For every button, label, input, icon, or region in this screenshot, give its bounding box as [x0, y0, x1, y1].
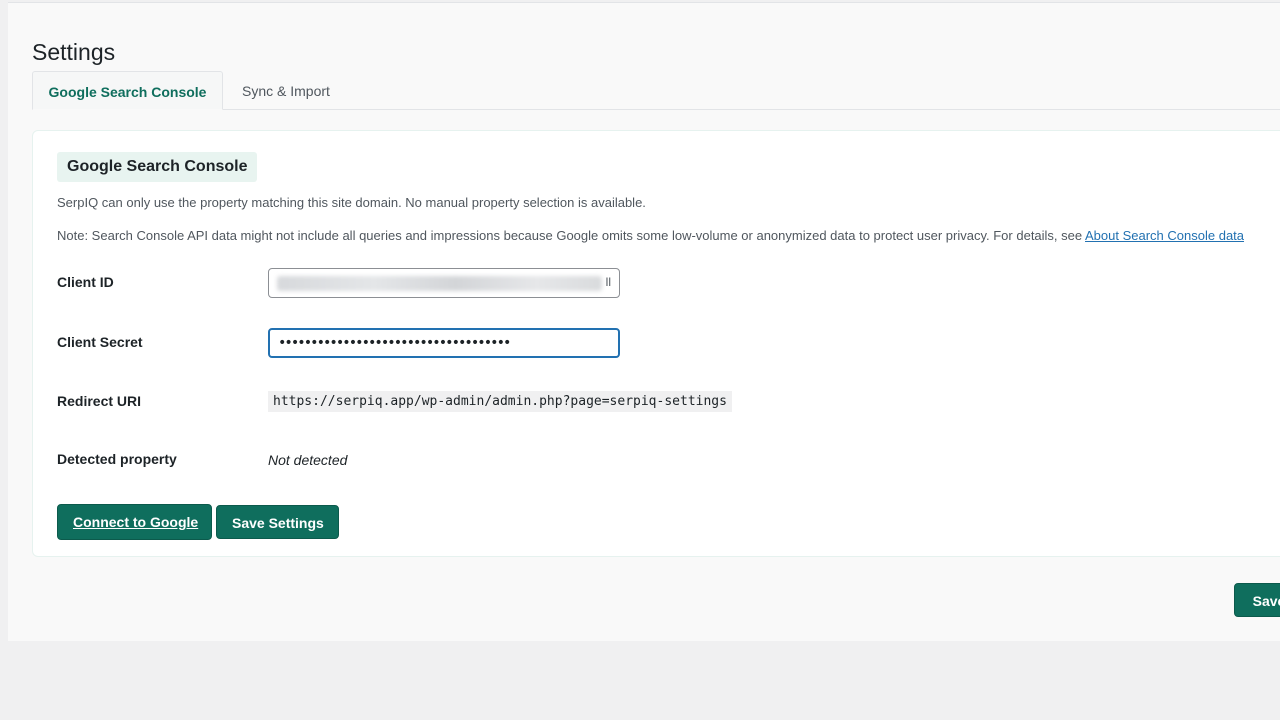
client-id-label: Client ID [57, 274, 114, 290]
tab-sync-import[interactable]: Sync & Import [226, 71, 346, 109]
section-note: Note: Search Console API data might not … [57, 228, 1244, 243]
section-heading: Google Search Console [57, 152, 258, 182]
settings-card: Google Search Console SerpIQ can only us… [32, 130, 1280, 557]
client-id-blurred-value [277, 276, 602, 291]
client-id-visible-tail: ll [605, 275, 611, 289]
settings-wrap: Settings Google Search Console Sync & Im… [8, 2, 1280, 641]
settings-tabs: Google Search Console Sync & Import [32, 71, 1280, 110]
page-title: Settings [32, 39, 116, 65]
redirect-uri-value: https://serpiq.app/wp-admin/admin.php?pa… [268, 391, 732, 412]
save-settings-button[interactable]: Save Settings [216, 505, 339, 539]
redirect-uri-label: Redirect URI [57, 393, 142, 409]
tab-google-search-console[interactable]: Google Search Console [32, 71, 223, 110]
detected-property-label: Detected property [57, 451, 177, 467]
client-secret-field[interactable] [268, 328, 620, 358]
section-description: SerpIQ can only use the property matchin… [57, 195, 646, 210]
about-search-console-link[interactable]: About Search Console data [1085, 228, 1244, 243]
client-id-field[interactable]: ll [268, 268, 620, 298]
client-secret-label: Client Secret [57, 334, 143, 350]
note-text: Note: Search Console API data might not … [57, 228, 1086, 243]
connect-to-google-button[interactable]: Connect to Google [57, 504, 212, 540]
detected-property-value: Not detected [268, 452, 348, 468]
save-button[interactable]: Save [1234, 583, 1280, 617]
